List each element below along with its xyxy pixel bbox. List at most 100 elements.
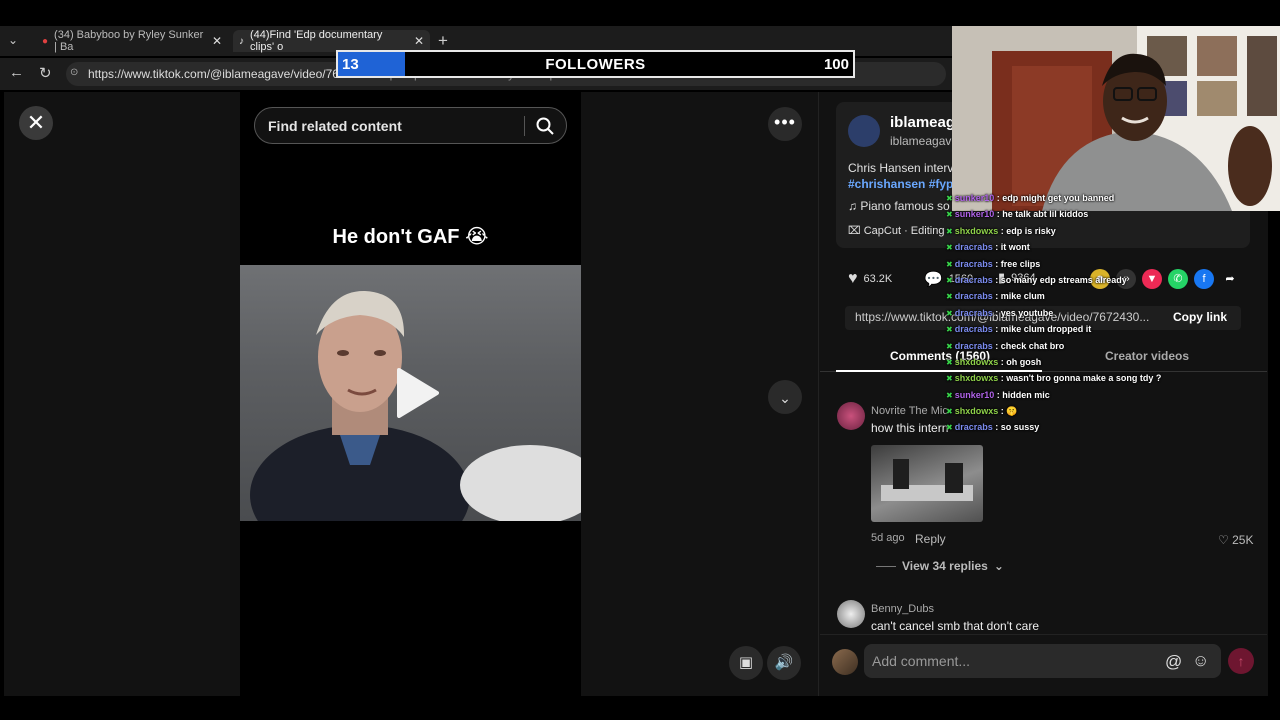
chat-badge-icon: ✖: [946, 194, 953, 203]
commenter-name[interactable]: Novrite The Mic: [871, 405, 948, 417]
my-avatar: [832, 649, 858, 675]
chat-message: : mike clum dropped it: [992, 324, 1092, 335]
view-replies-button[interactable]: View 34 replies ⌄: [876, 559, 1004, 573]
chat-line: ✖ sunker10 : he talk abt lil kiddos: [946, 209, 1176, 225]
next-video-button[interactable]: ⌄: [768, 380, 802, 414]
send-comment-button[interactable]: ↑: [1228, 648, 1254, 674]
reload-icon[interactable]: ↻: [39, 64, 52, 82]
chat-username: shxdowxs: [954, 356, 999, 367]
chat-message: : check chat bro: [992, 340, 1065, 351]
stream-chat: ✖ sunker10 : edp might get you banned ✖ sun…: [946, 193, 1176, 439]
chat-badge-icon: ✖: [946, 210, 953, 220]
comment-text: how this intern: [871, 421, 949, 435]
chat-line: ✖ shxdowxs : edp is risky: [946, 226, 1176, 242]
capcut-link[interactable]: ⌧ CapCut · Editing: [848, 224, 944, 237]
chat-message: : oh gosh: [998, 356, 1042, 367]
followers-label: FOLLOWERS: [545, 56, 646, 73]
play-icon[interactable]: [395, 368, 439, 423]
chat-line: ✖ dracrabs : so sussy: [946, 422, 1176, 438]
replies-line: [876, 565, 896, 567]
view-replies-label: View 34 replies: [902, 559, 988, 573]
back-icon[interactable]: ←: [9, 64, 24, 81]
tab-babyboo[interactable]: ● (34) Babyboo by Ryley Sunker | Ba ✕: [36, 29, 228, 53]
more-options-button[interactable]: •••: [768, 107, 802, 141]
tab-close-icon[interactable]: ✕: [414, 34, 424, 48]
chat-line: ✖ dracrabs : yes youtube: [946, 308, 1176, 324]
comment-time: 5d ago: [871, 532, 905, 544]
chat-username: dracrabs: [954, 258, 993, 269]
commenter-avatar[interactable]: [837, 600, 865, 628]
chat-username: dracrabs: [954, 242, 993, 253]
commenter-name[interactable]: Benny_Dubs: [871, 603, 934, 615]
tiktok-icon: ♪: [239, 35, 244, 47]
tab-close-icon[interactable]: ✕: [212, 34, 222, 48]
reply-button[interactable]: Reply: [915, 532, 946, 546]
author-name[interactable]: iblameag: [890, 114, 955, 131]
tab-list-chevron-icon[interactable]: ⌄: [8, 33, 18, 47]
chat-username: dracrabs: [954, 307, 993, 318]
chat-message: : hidden mic: [994, 389, 1050, 400]
comment-text: can't cancel smb that don't care: [871, 619, 1040, 633]
heart-outline-icon: ♡: [1218, 533, 1233, 547]
tab-label: (34) Babyboo by Ryley Sunker | Ba: [54, 29, 204, 53]
chat-message: : yes youtube: [992, 307, 1054, 318]
author-handle[interactable]: iblameagav: [890, 134, 951, 148]
like-button[interactable]: ♥ 63.2K: [848, 270, 892, 288]
followers-goal-bar: 13 FOLLOWERS 100: [336, 50, 855, 78]
capcut-icon: ⌧: [848, 225, 864, 237]
chat-message: : it wont: [992, 242, 1030, 253]
chat-badge-icon: ✖: [946, 341, 953, 351]
followers-max: 100: [823, 56, 849, 73]
chat-message: : so sussy: [992, 422, 1040, 433]
share-arrow-icon[interactable]: ➦: [1220, 269, 1240, 289]
chat-message: : mike clum: [992, 291, 1045, 302]
post-hashtags[interactable]: #chrishansen #fyp: [848, 177, 953, 191]
related-search-input[interactable]: Find related content: [254, 107, 567, 144]
volume-icon[interactable]: 🔊: [767, 646, 801, 680]
comment-icon: 💬: [924, 271, 943, 288]
chat-badge-icon: ✖: [946, 423, 953, 433]
chat-line: ✖ dracrabs : mike clum: [946, 291, 1176, 307]
chat-message: : edp is risky: [998, 225, 1056, 236]
chat-username: shxdowxs: [954, 225, 999, 236]
chat-message: : wasn't bro gonna make a song tdy ?: [998, 373, 1162, 384]
like-count: 63.2K: [863, 273, 893, 285]
author-avatar[interactable]: [848, 115, 880, 147]
music-link[interactable]: ♫ Piano famous so: [848, 199, 950, 213]
chat-line: ✖ shxdowxs : 🤫: [946, 406, 1176, 422]
chat-line: ✖ shxdowxs : oh gosh: [946, 357, 1176, 373]
chat-badge-icon: ✖: [946, 407, 953, 417]
close-video-button[interactable]: ✕: [19, 106, 53, 140]
comment-image[interactable]: [871, 445, 983, 522]
chat-badge-icon: ✖: [946, 243, 953, 253]
chat-line: ✖ dracrabs : check chat bro: [946, 341, 1176, 357]
chat-username: dracrabs: [954, 274, 993, 285]
search-divider: [524, 116, 525, 136]
chat-message: : edp might get you banned: [994, 193, 1115, 203]
commenter-avatar[interactable]: [837, 402, 865, 430]
chat-badge-icon: ✖: [946, 275, 953, 285]
facebook-icon[interactable]: f: [1194, 269, 1214, 289]
search-placeholder: Find related content: [268, 118, 402, 134]
chat-badge-icon: ✖: [946, 357, 953, 367]
new-tab-button[interactable]: +: [438, 31, 448, 51]
chat-line: ✖ sunker10 : hidden mic: [946, 390, 1176, 406]
chat-badge-icon: ✖: [946, 374, 953, 384]
chat-username: sunker10: [954, 209, 995, 220]
chevron-down-icon: ⌄: [993, 559, 1004, 573]
search-icon[interactable]: [535, 116, 555, 139]
url-text: https://www.tiktok.com/@iblameagave/vide…: [88, 67, 339, 81]
chat-username: dracrabs: [954, 291, 993, 302]
tab-tiktok[interactable]: ♪ (44)Find 'Edp documentary clips' o ✕: [233, 29, 430, 53]
mention-icon[interactable]: @: [1165, 652, 1182, 672]
emoji-icon[interactable]: ☺: [1192, 651, 1209, 671]
chat-username: dracrabs: [954, 324, 993, 335]
chat-line: ✖ dracrabs : mike clum dropped it: [946, 324, 1176, 340]
site-info-icon[interactable]: ⊙: [70, 67, 78, 78]
chat-badge-icon: ✖: [946, 259, 953, 269]
picture-in-picture-icon[interactable]: ▣: [729, 646, 763, 680]
chat-username: shxdowxs: [954, 373, 999, 384]
comment-like-button[interactable]: ♡ 25K: [1218, 533, 1253, 547]
chat-line: ✖ dracrabs : so many edp streams already: [946, 275, 1176, 291]
chat-line: ✖ dracrabs : free clips: [946, 259, 1176, 275]
